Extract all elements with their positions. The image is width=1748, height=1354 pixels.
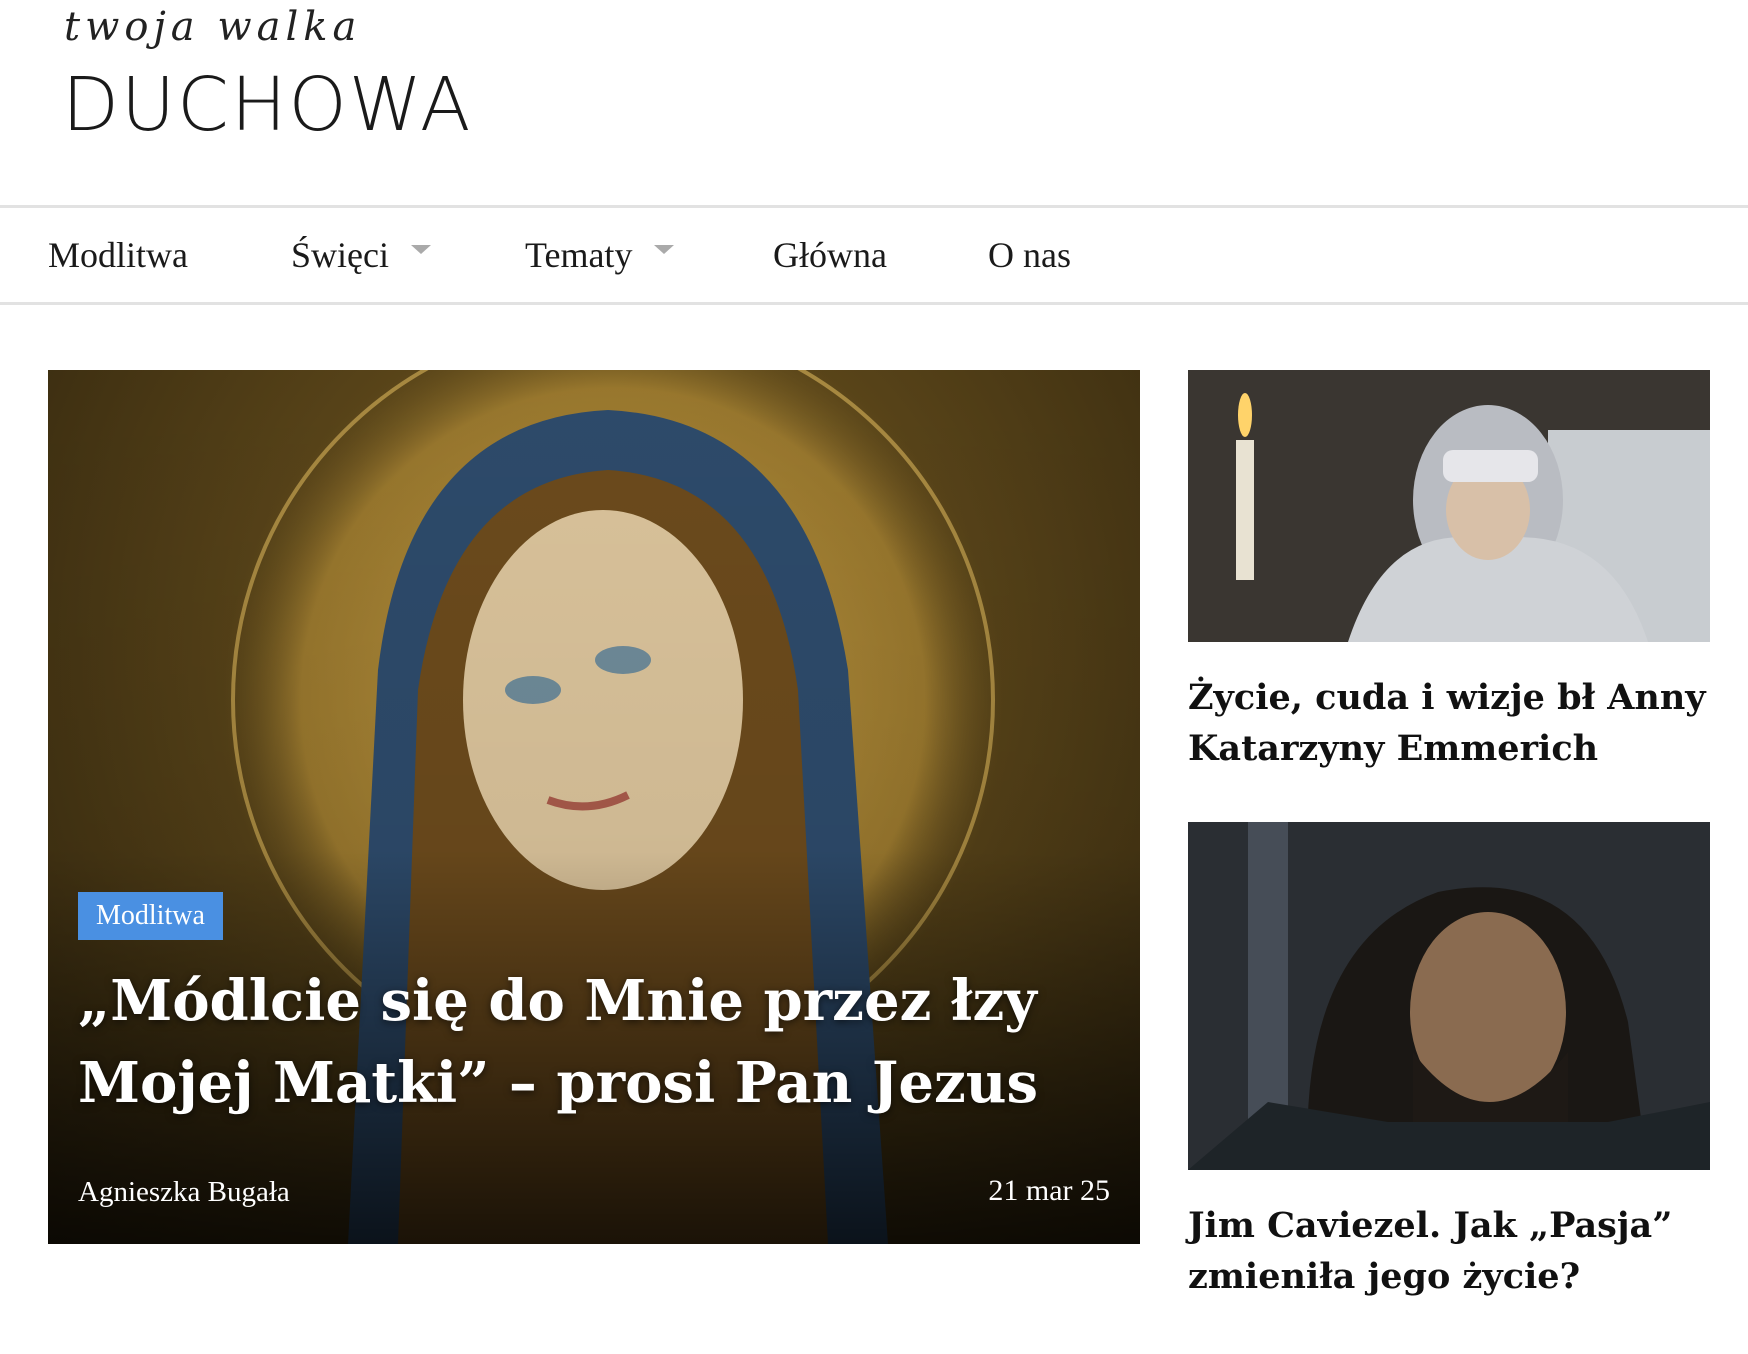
nav-item-o-nas[interactable]: O nas <box>988 208 1071 302</box>
site-logo[interactable]: twoja walka DUCHOWA <box>62 0 522 150</box>
logo-main-text: DUCHOWA <box>62 62 473 148</box>
side-article-image <box>1188 822 1710 1170</box>
chevron-down-icon <box>410 244 431 254</box>
nav-item-label: O nas <box>988 235 1071 275</box>
nav-item-tematy[interactable]: Tematy <box>525 208 675 302</box>
side-article-image <box>1188 370 1710 642</box>
nav-item-swieci[interactable]: Święci <box>291 208 431 302</box>
side-article-thumbnail[interactable] <box>1188 822 1710 1170</box>
side-article-title[interactable]: Jim Caviezel. Jak „Pasja” zmieniła jego … <box>1188 1200 1728 1302</box>
nav-item-label: Tematy <box>525 235 633 275</box>
nav-item-label: Modlitwa <box>48 235 188 275</box>
featured-title[interactable]: „Módlcie się do Mnie przez łzy Mojej Mat… <box>78 960 1108 1124</box>
nav-item-glowna[interactable]: Główna <box>773 208 887 302</box>
featured-date: 21 mar 25 <box>988 1174 1110 1207</box>
category-badge[interactable]: Modlitwa <box>78 892 223 940</box>
logo-script-text: twoja walka <box>64 4 362 50</box>
chevron-down-icon <box>654 244 675 254</box>
nav-item-modlitwa[interactable]: Modlitwa <box>48 208 188 302</box>
site-header: twoja walka DUCHOWA <box>0 0 1748 205</box>
featured-author[interactable]: Agnieszka Bugała <box>78 1176 290 1209</box>
side-article-thumbnail[interactable] <box>1188 370 1710 642</box>
featured-article[interactable]: Modlitwa „Módlcie się do Mnie przez łzy … <box>48 370 1140 1244</box>
main-navigation: Modlitwa Święci Tematy Główna O nas <box>0 205 1748 305</box>
side-article-title[interactable]: Życie, cuda i wizje bł Anny Katarzyny Em… <box>1188 672 1728 774</box>
nav-item-label: Główna <box>773 235 887 275</box>
nav-item-label: Święci <box>291 235 389 275</box>
